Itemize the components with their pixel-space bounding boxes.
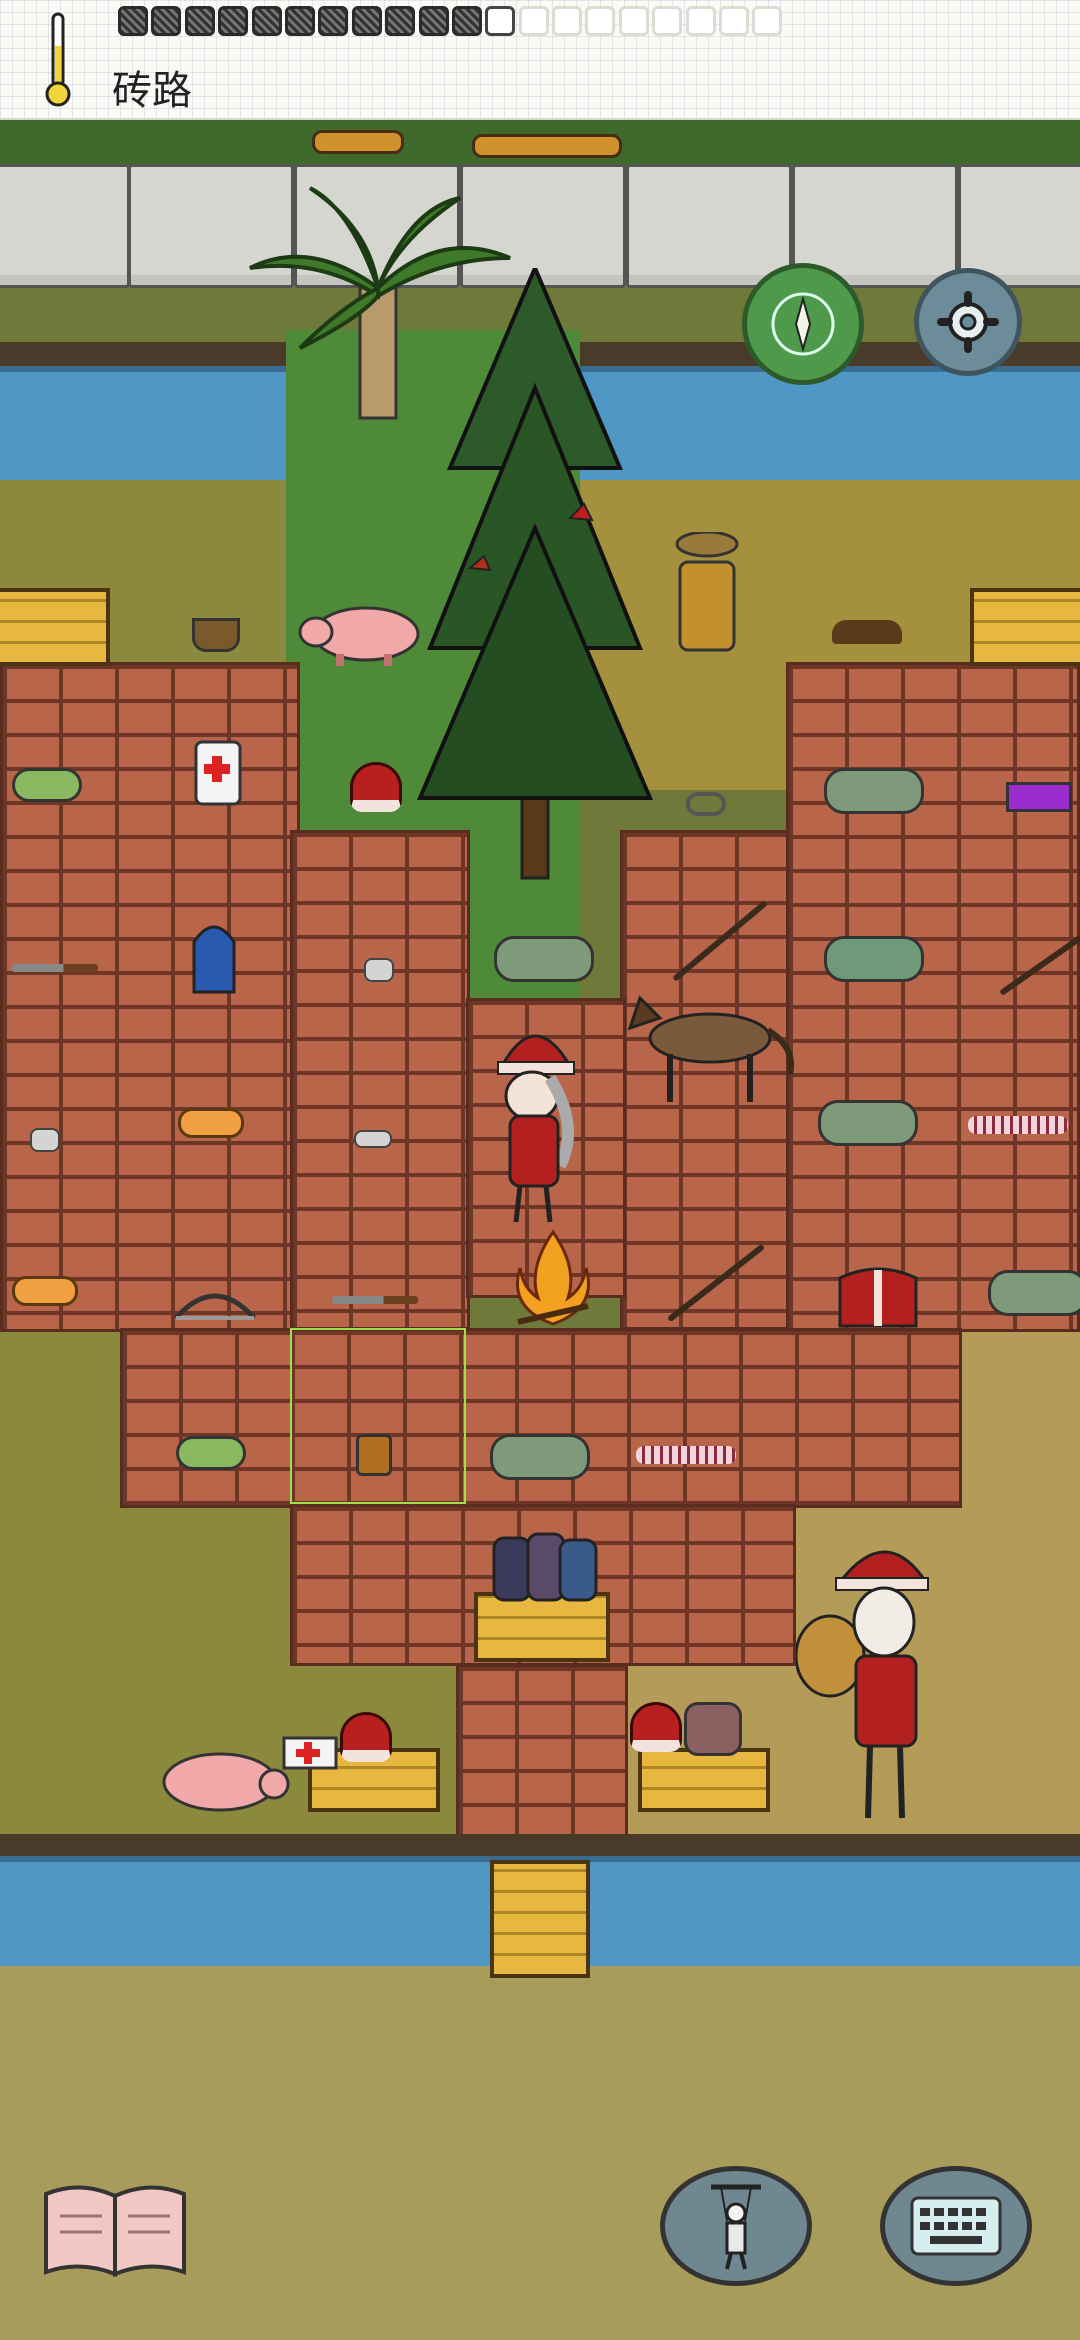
food-pip xyxy=(752,6,783,36)
santa-coat[interactable] xyxy=(830,1260,926,1330)
santa-npc[interactable] xyxy=(796,1526,946,1886)
emote-button[interactable] xyxy=(660,2166,812,2286)
food-meter xyxy=(118,6,786,36)
wooden-bucket[interactable] xyxy=(356,1434,392,1476)
meadow xyxy=(0,1332,120,1852)
brick-floor[interactable] xyxy=(290,830,470,1330)
dry-field xyxy=(962,1332,1080,1852)
location-label: 砖路 xyxy=(112,68,192,114)
dry-field xyxy=(0,1966,1080,2340)
dung-pile[interactable] xyxy=(832,620,902,644)
bundle[interactable] xyxy=(12,768,82,802)
santa-hat[interactable] xyxy=(350,762,402,812)
bundle[interactable] xyxy=(176,1436,246,1470)
food-pip xyxy=(652,6,683,36)
wooden-crate[interactable] xyxy=(970,588,1080,666)
santa-hat[interactable] xyxy=(630,1702,682,1752)
bead-string[interactable] xyxy=(968,1116,1068,1134)
food-pip xyxy=(385,6,416,36)
shackles[interactable] xyxy=(354,1130,392,1148)
food-pip xyxy=(151,6,182,36)
food-pip xyxy=(585,6,616,36)
brick-floor[interactable] xyxy=(456,1664,628,1840)
compass-icon xyxy=(771,292,835,356)
bedroll[interactable] xyxy=(824,768,924,814)
cheese-wheel[interactable] xyxy=(178,1108,244,1138)
wooden-bridge[interactable] xyxy=(490,1860,590,1978)
food-pip xyxy=(685,6,716,36)
food-pip xyxy=(485,6,516,36)
rock[interactable] xyxy=(364,958,394,982)
food-pip xyxy=(118,6,148,36)
rock[interactable] xyxy=(30,1128,60,1152)
bedroll[interactable] xyxy=(494,936,594,982)
player-character[interactable] xyxy=(480,1016,590,1226)
hud-bar: 砖路 xyxy=(0,0,1080,120)
blue-sweater[interactable] xyxy=(186,912,242,996)
food-pip xyxy=(719,6,750,36)
bedroll[interactable] xyxy=(818,1100,918,1146)
shackles[interactable] xyxy=(686,792,726,816)
first-aid-apron[interactable] xyxy=(190,728,246,808)
keyboard-button[interactable] xyxy=(880,2166,1032,2286)
german-shepherd-dog[interactable] xyxy=(600,978,800,1108)
wooden-crate[interactable] xyxy=(0,588,110,666)
bowl[interactable] xyxy=(192,618,240,652)
keyboard-icon xyxy=(910,2196,1002,2256)
bead-string[interactable] xyxy=(636,1446,736,1464)
gear-icon xyxy=(937,291,999,353)
backpack-pile[interactable] xyxy=(490,1530,600,1604)
campfire[interactable] xyxy=(508,1228,598,1328)
knife[interactable] xyxy=(332,1296,418,1304)
food-pip xyxy=(518,6,549,36)
gift-box[interactable] xyxy=(1006,782,1072,812)
food-pip xyxy=(318,6,349,36)
food-pip xyxy=(618,6,649,36)
game-world[interactable] xyxy=(0,118,1080,2340)
bedroll[interactable] xyxy=(824,936,924,982)
log-pile[interactable] xyxy=(472,134,622,158)
cheese-wheel[interactable] xyxy=(12,1276,78,1306)
pig[interactable] xyxy=(296,598,426,668)
food-pip xyxy=(418,6,449,36)
food-pip xyxy=(184,6,215,36)
tile-selector xyxy=(290,1328,466,1504)
pine-tree[interactable] xyxy=(410,268,660,898)
puppet-icon xyxy=(711,2184,761,2270)
bedroll[interactable] xyxy=(490,1434,590,1480)
clay-jar[interactable] xyxy=(672,532,742,654)
knife[interactable] xyxy=(12,964,98,972)
brick-floor[interactable] xyxy=(0,662,300,1332)
food-pip xyxy=(284,6,315,36)
bow-saw[interactable] xyxy=(170,1278,260,1322)
stone-wall xyxy=(0,164,130,288)
thermometer-icon xyxy=(45,12,71,107)
recipe-book-button[interactable] xyxy=(40,2180,190,2280)
food-pip xyxy=(218,6,249,36)
first-aid-kit[interactable] xyxy=(282,1736,338,1770)
pig[interactable] xyxy=(150,1742,290,1822)
food-pip xyxy=(351,6,382,36)
brick-floor[interactable] xyxy=(120,1328,962,1508)
sack[interactable] xyxy=(684,1702,742,1756)
settings-button[interactable] xyxy=(914,268,1022,376)
bedroll[interactable] xyxy=(988,1270,1080,1316)
food-pip xyxy=(451,6,482,36)
food-pip xyxy=(251,6,282,36)
food-pip xyxy=(552,6,583,36)
log-pile[interactable] xyxy=(312,130,404,154)
wooden-crate[interactable] xyxy=(638,1748,770,1812)
compass-button[interactable] xyxy=(742,263,864,385)
santa-hat[interactable] xyxy=(340,1712,392,1762)
brick-floor[interactable] xyxy=(786,662,1080,1332)
